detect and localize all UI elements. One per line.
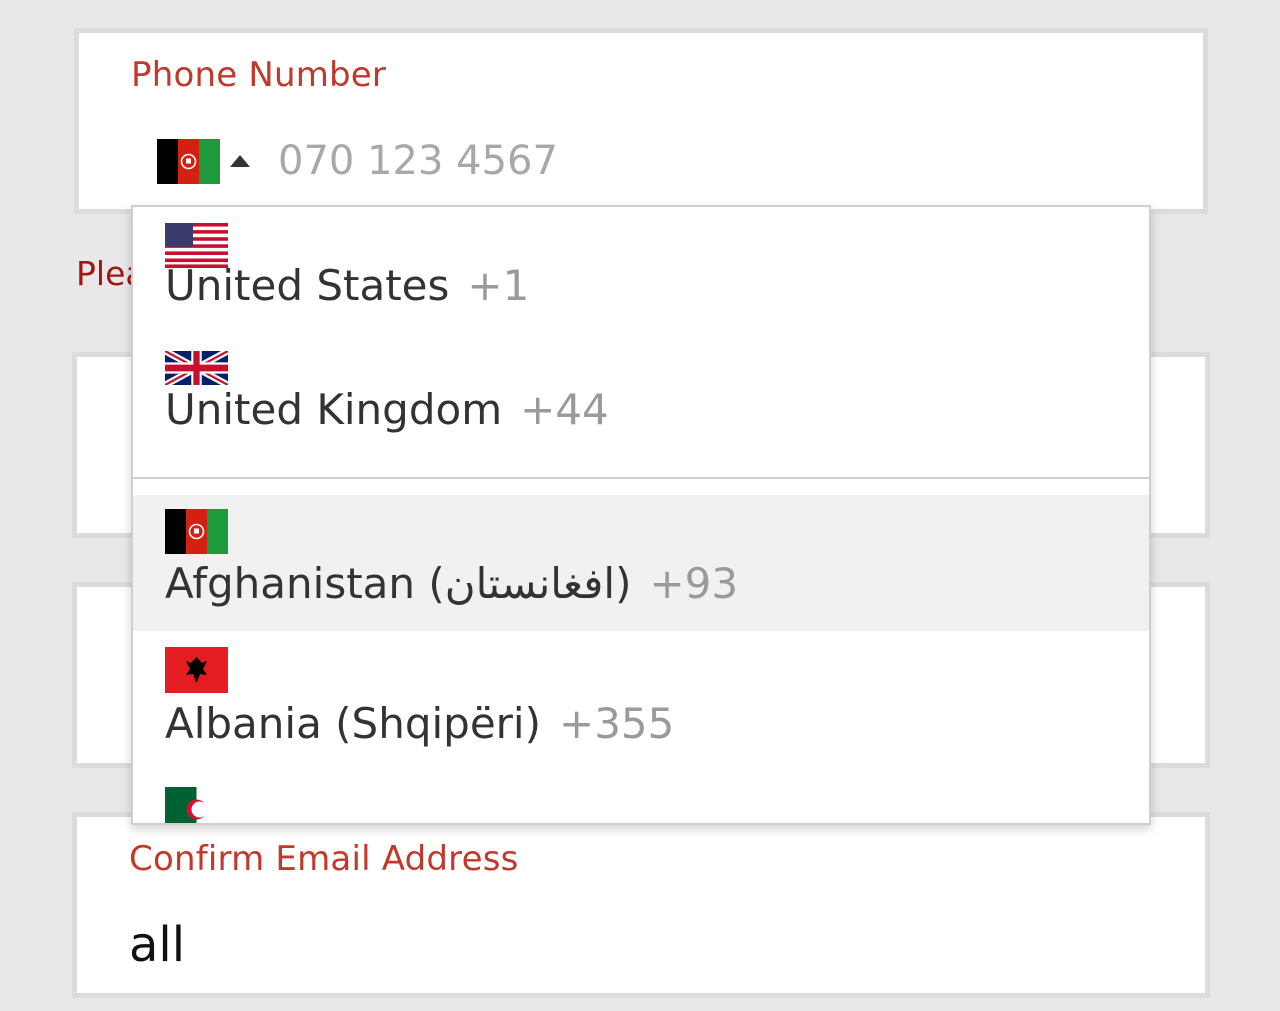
dz-flag-icon [165,787,228,823]
af-flag-icon [165,509,228,554]
country-option-gb[interactable]: United Kingdom +44 [133,337,1149,467]
form-page: Phone Number Plea Confirm Email Address … [0,0,1280,1011]
country-option-dz[interactable] [133,771,1149,823]
af-flag-icon[interactable] [157,138,220,184]
caret-up-icon[interactable] [230,155,250,167]
phone-input-row [157,135,878,187]
country-dropdown[interactable]: United States +1 United Kingdom +44 Afgh… [131,205,1151,825]
country-name: United States +1 [165,261,530,310]
phone-number-label: Phone Number [131,55,387,95]
phone-number-card: Phone Number [74,28,1208,214]
country-option-us[interactable]: United States +1 [133,207,1149,337]
phone-number-input[interactable] [278,138,878,184]
dropdown-divider [133,477,1149,479]
country-option-al[interactable]: Albania (Shqipëri) +355 [133,631,1149,771]
confirm-email-input[interactable]: all [129,917,185,973]
gb-flag-icon [165,351,228,385]
confirm-email-label: Confirm Email Address [129,839,519,879]
country-option-af[interactable]: Afghanistan (‫افغانستان‬‎) +93 [133,495,1149,631]
al-flag-icon [165,647,228,693]
confirm-email-card: Confirm Email Address all [72,812,1210,998]
country-name: Albania (Shqipëri) +355 [165,699,675,748]
country-name: United Kingdom +44 [165,385,609,434]
country-name: Afghanistan (‫افغانستان‬‎) +93 [165,559,739,608]
